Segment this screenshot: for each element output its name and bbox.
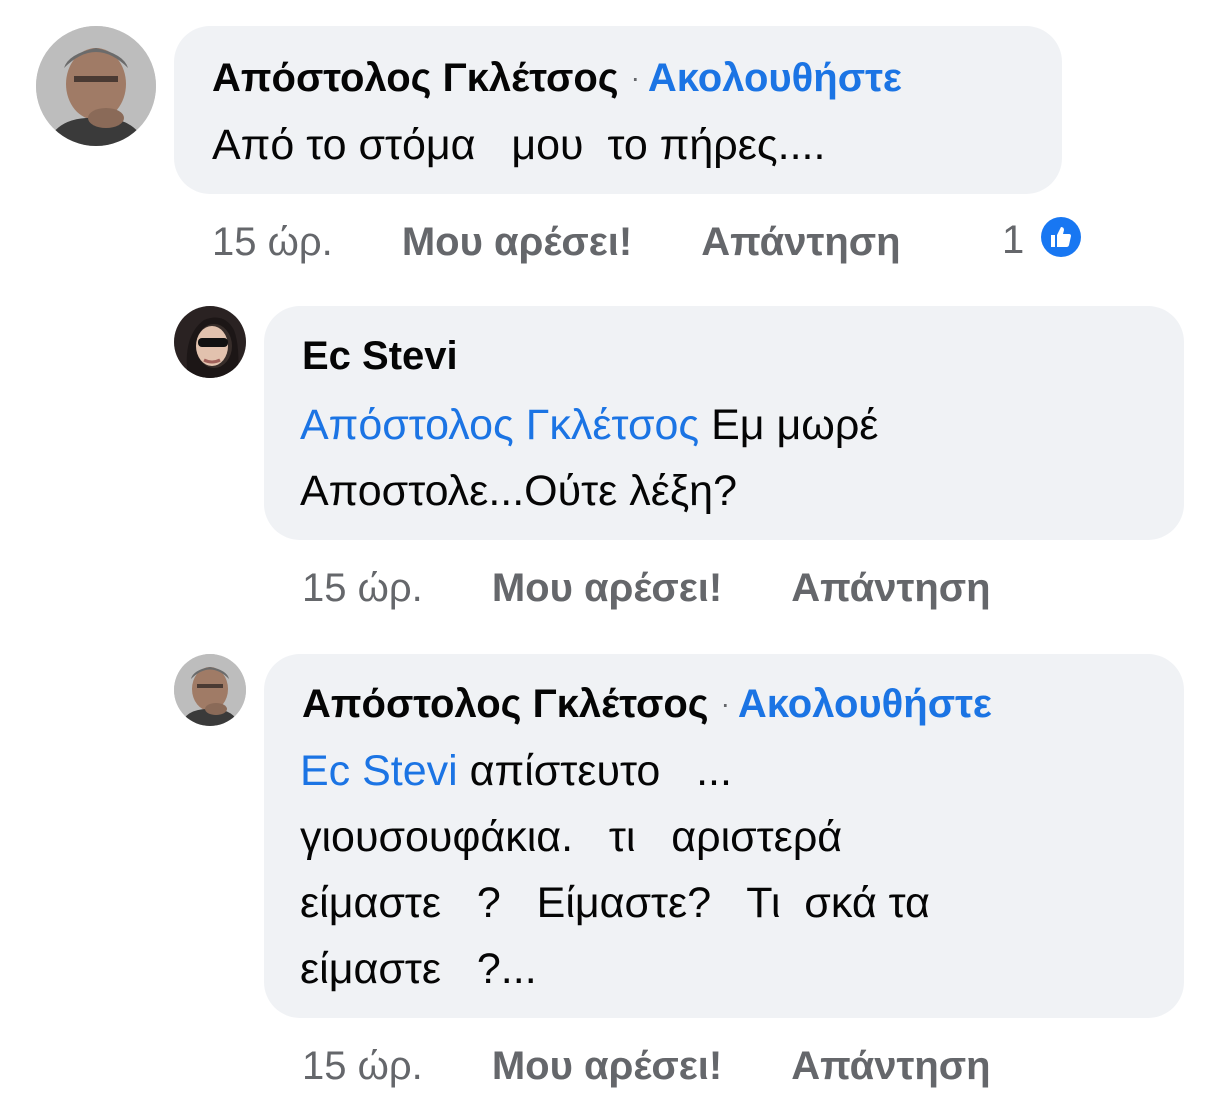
comment-time[interactable]: 15 ώρ. <box>302 566 423 610</box>
comment-time[interactable]: 15 ώρ. <box>212 220 333 264</box>
comment-header: Ec Stevi <box>302 332 458 380</box>
author-name[interactable]: Ec Stevi <box>302 334 458 378</box>
avatar[interactable] <box>174 654 246 726</box>
avatar-photo-icon <box>174 306 246 378</box>
comment-bubble: Απόστολος Γκλέτσος · Ακολουθήστε Ec Stevi … <box>264 654 1184 1018</box>
comment-bubble: Ec Stevi Απόστολος Γκλέτσος Εμ μωρέ Αποσ… <box>264 306 1184 540</box>
comment-header: Απόστολος Γκλέτσος · Ακολουθήστε <box>212 54 902 106</box>
author-name[interactable]: Απόστολος Γκλέτσος <box>212 56 619 100</box>
follow-button[interactable]: Ακολουθήστε <box>648 56 902 100</box>
comment-text-line: απίστευτο ... <box>457 747 732 795</box>
avatar[interactable] <box>174 306 246 378</box>
comment-text-line: είμαστε ?... <box>300 945 537 993</box>
like-button[interactable]: Μου αρέσει! <box>492 1044 722 1088</box>
thumbs-up-icon <box>1051 227 1071 247</box>
comment-actions: 15 ώρ. Μου αρέσει! Απάντηση <box>212 218 901 266</box>
reaction-count[interactable]: 1 <box>1002 216 1024 264</box>
avatar-photo-icon <box>174 654 246 726</box>
follow-button[interactable]: Ακολουθήστε <box>738 682 992 726</box>
comment-text: Από το στόμα μου το πήρες.... <box>212 112 825 178</box>
comment-time[interactable]: 15 ώρ. <box>302 1044 423 1088</box>
comment-text-line: Αποστολε...Ούτε λέξη? <box>300 467 737 515</box>
avatar[interactable] <box>36 26 156 146</box>
avatar-photo-icon <box>36 26 156 146</box>
like-button[interactable]: Μου αρέσει! <box>492 566 722 610</box>
reply-button[interactable]: Απάντηση <box>791 1044 990 1088</box>
comment-text-line: Από το στόμα μου το πήρες.... <box>212 121 826 169</box>
comment-text: Απόστολος Γκλέτσος Εμ μωρέ Αποστολε...Ού… <box>300 392 878 524</box>
author-name[interactable]: Απόστολος Γκλέτσος <box>302 682 709 726</box>
comment-text-line: γιουσουφάκια. τι αριστερά <box>300 813 843 861</box>
comment-actions: 15 ώρ. Μου αρέσει! Απάντηση <box>302 564 991 612</box>
comment-header: Απόστολος Γκλέτσος · Ακολουθήστε <box>302 680 992 732</box>
reply-button[interactable]: Απάντηση <box>701 220 900 264</box>
mention-link[interactable]: Απόστολος Γκλέτσος <box>300 401 699 449</box>
comment-text: Ec Stevi απίστευτο ... γιουσουφάκια. τι … <box>300 738 930 1002</box>
comment-actions: 15 ώρ. Μου αρέσει! Απάντηση <box>302 1042 991 1090</box>
comment-text-line: είμαστε ? Είμαστε? Τι σκά τα <box>300 879 930 927</box>
comment-text-line: Εμ μωρέ <box>699 401 879 449</box>
reaction-badge[interactable] <box>1038 214 1084 260</box>
mention-link[interactable]: Ec Stevi <box>300 747 458 795</box>
comment-bubble: Απόστολος Γκλέτσος · Ακολουθήστε Από το στ… <box>174 26 1062 194</box>
separator-dot: · <box>630 62 640 93</box>
reply-button[interactable]: Απάντηση <box>791 566 990 610</box>
like-button[interactable]: Μου αρέσει! <box>402 220 632 264</box>
separator-dot: · <box>720 688 730 719</box>
